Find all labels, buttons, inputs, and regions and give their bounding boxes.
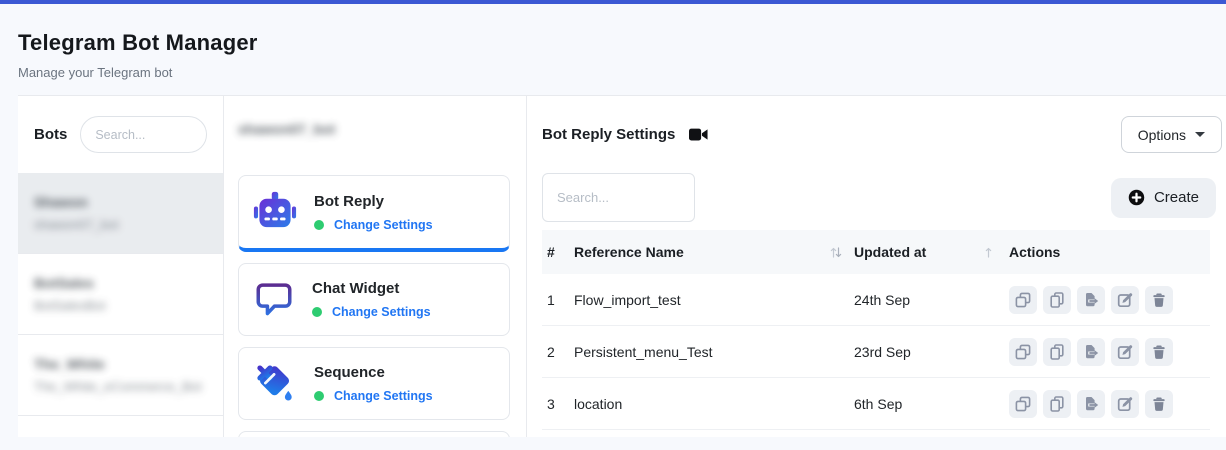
sidebar-header: Bots <box>18 96 223 173</box>
delete-icon[interactable] <box>1145 338 1173 366</box>
reference-name: Flow_import_test <box>574 292 681 308</box>
sidebar-heading: Bots <box>34 126 67 143</box>
table-row: 3 location 6th Sep <box>542 378 1210 430</box>
chat-bubble-icon <box>253 279 295 321</box>
bot-name: The_White <box>34 355 207 373</box>
card-title: Sequence <box>314 364 433 381</box>
bot-name: BotSales <box>34 274 207 292</box>
sort-arrows-icon[interactable] <box>985 246 997 259</box>
create-button[interactable]: Create <box>1111 178 1216 218</box>
updated-at: 23rd Sep <box>854 344 911 360</box>
content-area: Bots Shawon shawon07_bot BotSales BotSal… <box>18 95 1226 437</box>
page-header: Telegram Bot Manager Manage your Telegra… <box>0 4 1226 80</box>
edit-icon[interactable] <box>1111 390 1139 418</box>
selected-bot-name: shawon07_bot <box>238 120 510 139</box>
copy-icon[interactable] <box>1043 390 1071 418</box>
bot-list-item[interactable]: BotSales BotSalesBot <box>18 254 223 335</box>
bot-username: The_White_eCommerce_Bot <box>34 379 207 395</box>
bots-sidebar: Bots Shawon shawon07_bot BotSales BotSal… <box>18 96 224 437</box>
reference-name: location <box>574 396 622 412</box>
chevron-down-icon <box>1195 132 1205 137</box>
bot-list-item-partial[interactable] <box>18 416 223 437</box>
table-search-input[interactable] <box>542 173 695 222</box>
row-number: 2 <box>542 344 574 360</box>
card-sequence[interactable]: Sequence Change Settings <box>238 347 510 420</box>
robot-icon <box>253 190 297 234</box>
column-header-num: # <box>542 244 574 260</box>
edit-icon[interactable] <box>1111 338 1139 366</box>
table-row: 2 Persistent_menu_Test 23rd Sep <box>542 326 1210 378</box>
reference-name: Persistent_menu_Test <box>574 344 713 360</box>
export-icon[interactable] <box>1077 390 1105 418</box>
export-icon[interactable] <box>1077 338 1105 366</box>
create-button-label: Create <box>1154 189 1199 206</box>
updated-at: 24th Sep <box>854 292 910 308</box>
paint-bucket-icon <box>253 362 297 406</box>
plus-circle-icon <box>1128 189 1145 206</box>
status-dot <box>312 307 322 317</box>
bot-list-item[interactable]: Shawon shawon07_bot <box>18 173 223 254</box>
column-header-updated-at: Updated at <box>854 244 926 260</box>
card-title: Chat Widget <box>312 280 431 297</box>
page-subtitle: Manage your Telegram bot <box>18 65 1208 80</box>
bot-username: shawon07_bot <box>34 217 207 233</box>
card-bot-reply[interactable]: Bot Reply Change Settings <box>238 175 510 252</box>
status-dot <box>314 391 324 401</box>
bot-list-item[interactable]: The_White The_White_eCommerce_Bot <box>18 335 223 416</box>
table-header-row: # Reference Name Updated at <box>542 230 1210 274</box>
clone-icon[interactable] <box>1009 390 1037 418</box>
panel-title: Bot Reply Settings <box>542 126 675 143</box>
bot-reply-settings-panel: Bot Reply Settings Options <box>527 96 1226 437</box>
clone-icon[interactable] <box>1009 338 1037 366</box>
delete-icon[interactable] <box>1145 286 1173 314</box>
options-button[interactable]: Options <box>1121 116 1222 153</box>
tool-cards: Bot Reply Change Settings Chat Widget <box>238 175 510 437</box>
updated-at: 6th Sep <box>854 396 902 412</box>
clone-icon[interactable] <box>1009 286 1037 314</box>
row-number: 1 <box>542 292 574 308</box>
card-title: Bot Reply <box>314 193 433 210</box>
bot-reply-table: # Reference Name Updated at <box>542 230 1210 430</box>
delete-icon[interactable] <box>1145 390 1173 418</box>
change-settings-link[interactable]: Change Settings <box>334 218 433 232</box>
status-dot <box>314 220 324 230</box>
export-icon[interactable] <box>1077 286 1105 314</box>
page-title: Telegram Bot Manager <box>18 30 1208 56</box>
change-settings-link[interactable]: Change Settings <box>332 305 431 319</box>
bot-name: Shawon <box>34 193 207 211</box>
copy-icon[interactable] <box>1043 286 1071 314</box>
edit-icon[interactable] <box>1111 286 1139 314</box>
row-number: 3 <box>542 396 574 412</box>
bots-search-input[interactable] <box>80 116 207 153</box>
bot-username: BotSalesBot <box>34 298 207 314</box>
card-partial[interactable] <box>238 431 510 437</box>
bot-tools-column: shawon07_bot <box>224 96 527 437</box>
column-header-reference-name: Reference Name <box>574 244 684 260</box>
copy-icon[interactable] <box>1043 338 1071 366</box>
options-button-label: Options <box>1138 127 1186 143</box>
column-header-actions: Actions <box>1009 244 1060 260</box>
change-settings-link[interactable]: Change Settings <box>334 389 433 403</box>
sort-arrows-icon[interactable] <box>830 246 842 259</box>
card-chat-widget[interactable]: Chat Widget Change Settings <box>238 263 510 336</box>
table-row: 1 Flow_import_test 24th Sep <box>542 274 1210 326</box>
video-camera-icon <box>689 127 708 142</box>
